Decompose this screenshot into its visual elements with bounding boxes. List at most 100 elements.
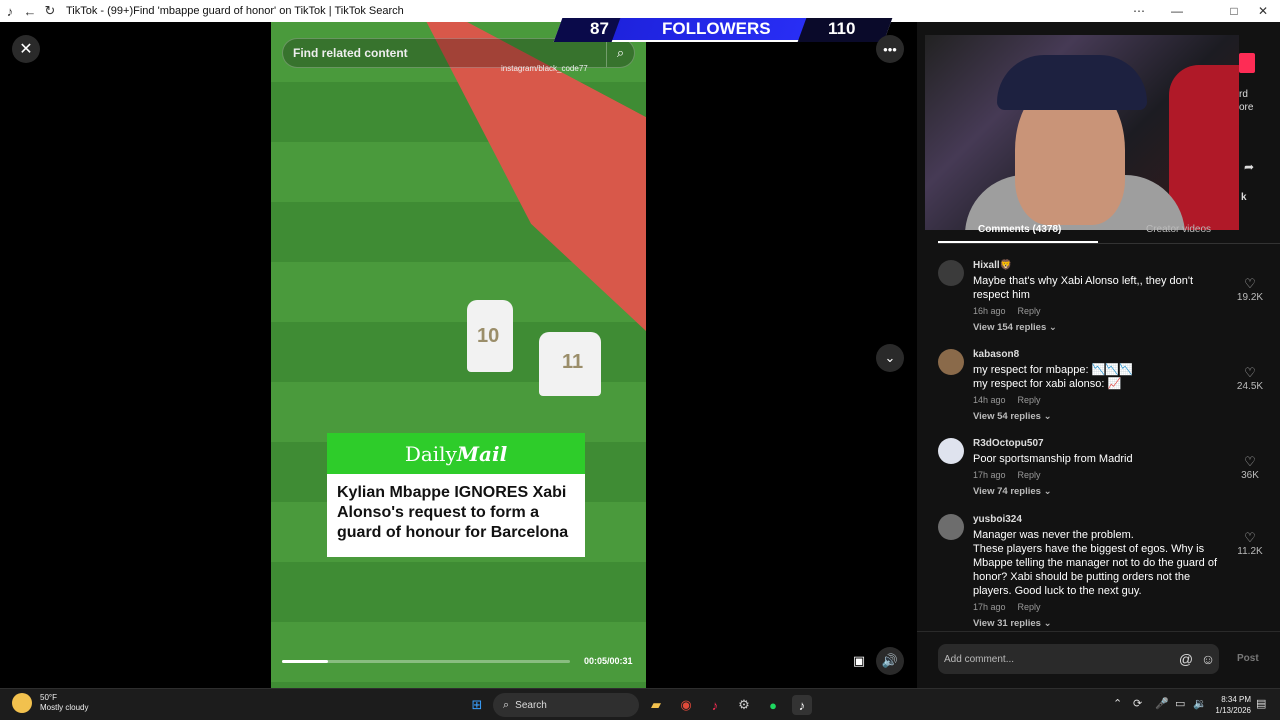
window-title: TikTok - (99+)Find 'mbappe guard of hono… (66, 5, 404, 17)
post-button[interactable]: Post (1237, 653, 1259, 664)
close-video-button[interactable]: ✕ (12, 35, 40, 63)
view-replies[interactable]: View 74 replies ⌄ (973, 486, 1228, 497)
emoji-icon[interactable]: ☺ (1197, 651, 1219, 667)
reply-link[interactable]: Reply (1018, 306, 1041, 316)
like-count: 24.5K (1236, 381, 1264, 392)
heart-icon[interactable]: ♡ (1232, 454, 1268, 470)
search-icon[interactable]: ⌕ (606, 39, 634, 67)
avatar[interactable] (938, 349, 964, 375)
watermark-text: instagram/black_code77 (501, 64, 588, 73)
volume-tray-icon[interactable]: 🔉 (1193, 697, 1207, 710)
windows-taskbar: 50°F Mostly cloudy ⊞ ⌕ Search ▰ ◉ ♪ ⚙ ● ♪ … (0, 688, 1280, 720)
mention-icon[interactable]: @ (1175, 651, 1197, 667)
tiktok-logo-icon: ♪ (6, 3, 14, 19)
comment-input[interactable]: Add comment... @ ☺ (938, 644, 1219, 674)
follow-button-peek[interactable] (1239, 53, 1255, 73)
clock[interactable]: 8:34 PM 1/13/2026 (1211, 694, 1251, 716)
tray-chevron-icon[interactable]: ⌃ (1113, 697, 1122, 710)
taskbar-search-label: Search (515, 699, 547, 711)
clock-date: 1/13/2026 (1215, 706, 1251, 715)
like-count: 11.2K (1237, 546, 1263, 557)
like-count: 36K (1241, 470, 1259, 481)
reply-link[interactable]: Reply (1018, 395, 1041, 405)
comment-username[interactable]: kabason8 (973, 349, 1228, 360)
spotify-icon[interactable]: ● (763, 695, 783, 715)
view-replies[interactable]: View 31 replies ⌄ (973, 618, 1228, 629)
video-time: 00:05/00:31 (584, 656, 633, 666)
view-replies[interactable]: View 54 replies ⌄ (973, 411, 1228, 422)
clock-time: 8:34 PM (1221, 695, 1251, 704)
search-placeholder: Find related content (293, 46, 408, 60)
tiktok-taskbar-icon[interactable]: ♪ (792, 695, 812, 715)
like-button[interactable]: ♡ 11.2K (1232, 530, 1268, 557)
news-headline: Kylian Mbappe IGNORES Xabi Alonso's requ… (337, 484, 569, 541)
heart-icon[interactable]: ♡ (1232, 365, 1268, 381)
windows-start-icon[interactable]: ⊞ (467, 695, 487, 715)
weather-temp: 50°F (40, 693, 57, 702)
weather-widget[interactable]: 50°F Mostly cloudy (12, 693, 88, 713)
jersey-number: 11 (562, 351, 584, 373)
jersey-number: 10 (477, 325, 500, 347)
view-replies[interactable]: View 154 replies ⌄ (973, 322, 1228, 333)
followers-left-count: 87 (590, 19, 609, 38)
chrome-icon[interactable]: ◉ (676, 695, 696, 715)
more-icon[interactable]: ⋯ (1124, 0, 1154, 22)
followers-right-count: 110 (828, 19, 856, 38)
share-icon[interactable]: ➦ (1244, 160, 1254, 174)
avatar[interactable] (938, 514, 964, 540)
followers-label: FOLLOWERS (662, 19, 771, 38)
reply-link[interactable]: Reply (1018, 602, 1041, 612)
like-button[interactable]: ♡ 36K (1232, 454, 1268, 481)
comment-tabs: Comments (4378) Creator videos (938, 224, 1280, 244)
close-window-button[interactable]: ✕ (1248, 0, 1278, 22)
add-comment-bar: Add comment... @ ☺ Post (917, 631, 1280, 688)
refresh-icon[interactable]: ↻ (40, 0, 60, 22)
like-button[interactable]: ♡ 24.5K (1232, 365, 1268, 392)
back-icon[interactable]: ← (20, 0, 40, 22)
next-video-button[interactable]: ⌄ (876, 344, 904, 372)
comment-text: Maybe that's why Xabi Alonso left,, they… (973, 275, 1194, 301)
webcam-overlay (925, 35, 1239, 230)
heart-icon[interactable]: ♡ (1232, 276, 1268, 292)
comment-username[interactable]: R3dOctopu507 (973, 438, 1228, 449)
minimize-button[interactable]: — (1162, 0, 1192, 22)
search-icon: ⌕ (503, 698, 510, 711)
maximize-button[interactable]: □ (1219, 0, 1249, 22)
weather-icon (12, 693, 32, 713)
network-icon[interactable]: ▭ (1175, 697, 1185, 710)
like-count: 19.2K (1236, 292, 1264, 303)
more-options-button[interactable]: ••• (876, 35, 904, 63)
like-button[interactable]: ♡ 19.2K (1232, 276, 1268, 303)
comment-username[interactable]: yusboi324 (973, 514, 1228, 525)
volume-icon[interactable]: 🔊 (876, 647, 904, 675)
comment-time: 14h ago (973, 395, 1006, 405)
video-viewer: ✕ 10 11 Find related content ⌕ instagram… (0, 18, 917, 688)
app-icon[interactable]: ⚙ (734, 695, 754, 715)
taskbar-search[interactable]: ⌕ Search (493, 693, 639, 717)
comment-username[interactable]: Hixall🦁 (973, 260, 1228, 271)
sync-icon[interactable]: ⟳ (1133, 697, 1142, 710)
avatar[interactable] (938, 438, 964, 464)
notification-icon[interactable]: ▤ (1256, 697, 1266, 710)
comment-time: 17h ago (973, 602, 1006, 612)
pip-icon[interactable]: ▣ (845, 647, 873, 675)
mic-icon[interactable]: 🎤 (1155, 697, 1169, 710)
app-icon[interactable]: ♪ (705, 695, 725, 715)
video-frame[interactable]: 10 11 (271, 22, 646, 688)
tab-comments[interactable]: Comments (4378) (978, 224, 1061, 235)
file-explorer-icon[interactable]: ▰ (646, 695, 666, 715)
comment-placeholder: Add comment... (944, 653, 1015, 665)
news-card: Daily Mail Kylian Mbappe IGNORES Xabi Alo… (327, 433, 585, 557)
weather-condition: Mostly cloudy (40, 703, 89, 712)
avatar[interactable] (938, 260, 964, 286)
logo-bold: Mail (456, 441, 508, 466)
comment-text: my respect for mbappe: 📉📉📉 my respect fo… (973, 364, 1133, 390)
comment-text: Poor sportsmanship from Madrid (973, 453, 1133, 465)
tab-creator-videos[interactable]: Creator videos (1146, 224, 1211, 235)
comment-time: 17h ago (973, 470, 1006, 480)
comment-time: 16h ago (973, 306, 1006, 316)
comment-text: Manager was never the problem. These pla… (973, 529, 1218, 597)
reply-link[interactable]: Reply (1018, 470, 1041, 480)
video-progress-bar[interactable] (282, 660, 570, 663)
heart-icon[interactable]: ♡ (1232, 530, 1268, 546)
